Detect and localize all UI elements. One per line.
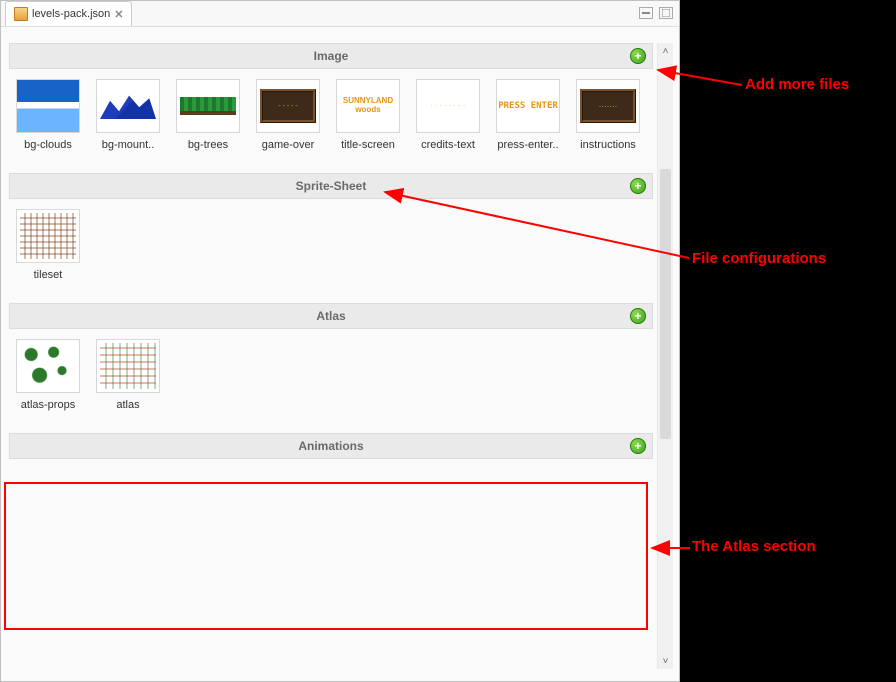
file-icon bbox=[14, 7, 28, 21]
section-header-spritesheet[interactable]: Sprite-Sheet + bbox=[9, 173, 653, 199]
annotation-atlas: The Atlas section bbox=[692, 538, 816, 555]
list-item[interactable]: atlas bbox=[93, 339, 163, 411]
item-label: press-enter.. bbox=[493, 139, 563, 151]
minimize-button[interactable] bbox=[639, 7, 653, 19]
section-header-image[interactable]: Image + bbox=[9, 43, 653, 69]
thumbnail bbox=[256, 79, 320, 133]
item-label: instructions bbox=[573, 139, 643, 151]
atlas-items-grid: atlas-props atlas bbox=[9, 329, 653, 423]
thumbnail bbox=[96, 339, 160, 393]
list-item[interactable]: atlas-props bbox=[13, 339, 83, 411]
thumbnail bbox=[176, 79, 240, 133]
list-item[interactable]: SUNNYLAND woods title-screen bbox=[333, 79, 403, 151]
maximize-button[interactable] bbox=[659, 7, 673, 19]
item-label: tileset bbox=[13, 269, 83, 281]
section-header-atlas[interactable]: Atlas + bbox=[9, 303, 653, 329]
item-label: game-over bbox=[253, 139, 323, 151]
item-label: atlas-props bbox=[13, 399, 83, 411]
thumbnail bbox=[96, 79, 160, 133]
list-item[interactable]: game-over bbox=[253, 79, 323, 151]
scroll-host: Image + bg-clouds bg-mount.. bg-trees bbox=[9, 43, 653, 669]
list-item[interactable]: bg-clouds bbox=[13, 79, 83, 151]
item-label: credits-text bbox=[413, 139, 483, 151]
section-title: Animations bbox=[298, 439, 363, 453]
thumbnail bbox=[16, 79, 80, 133]
section-title: Atlas bbox=[316, 309, 345, 323]
scroll-thumb[interactable] bbox=[660, 169, 671, 439]
thumbnail bbox=[16, 339, 80, 393]
credits-text-thumb: · · · · · · · · bbox=[430, 103, 465, 109]
item-label: bg-trees bbox=[173, 139, 243, 151]
list-item[interactable]: PRESS ENTER press-enter.. bbox=[493, 79, 563, 151]
image-items-grid: bg-clouds bg-mount.. bg-trees game-over … bbox=[9, 69, 653, 163]
add-button-atlas[interactable]: + bbox=[630, 308, 646, 324]
list-item[interactable]: instructions bbox=[573, 79, 643, 151]
item-label: title-screen bbox=[333, 139, 403, 151]
thumbnail bbox=[576, 79, 640, 133]
list-item[interactable]: bg-trees bbox=[173, 79, 243, 151]
tab-filename: levels-pack.json bbox=[32, 8, 110, 20]
section-header-animations[interactable]: Animations + bbox=[9, 433, 653, 459]
content-area: Image + bg-clouds bg-mount.. bg-trees bbox=[1, 27, 679, 681]
thumbnail: PRESS ENTER bbox=[496, 79, 560, 133]
add-button-image[interactable]: + bbox=[630, 48, 646, 64]
window-controls bbox=[639, 7, 673, 19]
spritesheet-items-grid: tileset bbox=[9, 199, 653, 293]
item-label: bg-mount.. bbox=[93, 139, 163, 151]
annotation-add-files: Add more files bbox=[745, 76, 849, 93]
file-tab[interactable]: levels-pack.json ✕ bbox=[5, 1, 132, 26]
close-icon[interactable]: ✕ bbox=[114, 8, 123, 21]
annotation-file-configs: File configurations bbox=[692, 250, 826, 267]
list-item[interactable]: · · · · · · · · credits-text bbox=[413, 79, 483, 151]
editor-panel: levels-pack.json ✕ Image + bg-clouds bg bbox=[0, 0, 680, 682]
tab-bar: levels-pack.json ✕ bbox=[1, 1, 679, 27]
list-item[interactable]: tileset bbox=[13, 209, 83, 281]
thumbnail bbox=[16, 209, 80, 263]
section-title: Sprite-Sheet bbox=[296, 179, 367, 193]
press-enter-thumb: PRESS ENTER bbox=[498, 101, 558, 111]
scroll-up-icon[interactable]: ˄ bbox=[658, 43, 673, 59]
scroll-down-icon[interactable]: ˅ bbox=[658, 653, 673, 669]
scrollbar[interactable]: ˄ ˅ bbox=[657, 43, 673, 669]
thumbnail: · · · · · · · · bbox=[416, 79, 480, 133]
list-item[interactable]: bg-mount.. bbox=[93, 79, 163, 151]
thumbnail: SUNNYLAND woods bbox=[336, 79, 400, 133]
section-title: Image bbox=[314, 49, 349, 63]
item-label: bg-clouds bbox=[13, 139, 83, 151]
add-button-animations[interactable]: + bbox=[630, 438, 646, 454]
title-screen-text: SUNNYLAND woods bbox=[337, 97, 399, 115]
item-label: atlas bbox=[93, 399, 163, 411]
add-button-spritesheet[interactable]: + bbox=[630, 178, 646, 194]
